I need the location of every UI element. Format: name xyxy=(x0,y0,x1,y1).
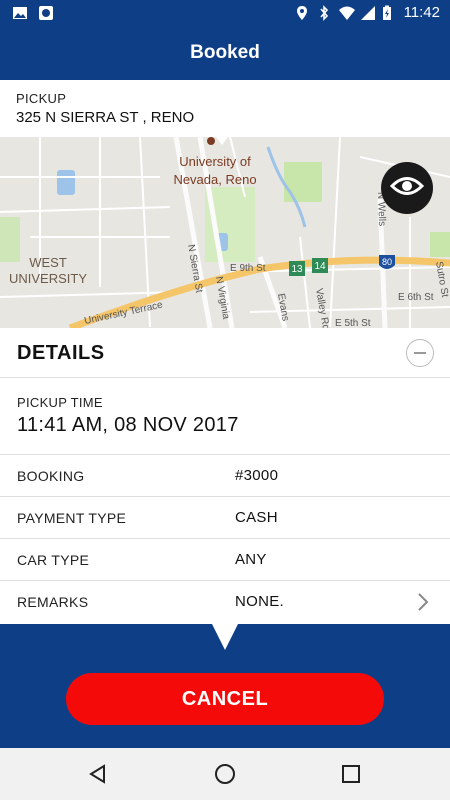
park-area xyxy=(284,162,322,202)
cancel-button[interactable]: CANCEL xyxy=(66,673,384,725)
collapse-details-button[interactable] xyxy=(406,339,434,367)
app-bar: Booked xyxy=(0,26,450,80)
detail-row-payment-type: PAYMENT TYPE CASH xyxy=(0,497,450,539)
park-area xyxy=(430,232,450,257)
status-time: 11:42 xyxy=(403,4,440,21)
booking-label: BOOKING xyxy=(17,468,85,484)
detail-row-car-type: CAR TYPE ANY xyxy=(0,539,450,581)
toggle-map-view-button[interactable] xyxy=(381,162,433,214)
pickup-address: 325 N SIERRA ST , RENO xyxy=(16,109,195,126)
university-marker xyxy=(207,137,215,145)
remarks-value: NONE. xyxy=(235,593,285,610)
pickup-time-value: 11:41 AM, 08 NOV 2017 xyxy=(17,414,239,436)
map-label-west: WEST xyxy=(29,255,67,270)
details-title: DETAILS xyxy=(17,342,105,364)
record-icon xyxy=(38,5,54,21)
status-bar: 11:42 xyxy=(0,0,450,26)
pickup-label: PICKUP xyxy=(16,91,67,106)
back-icon[interactable] xyxy=(86,762,110,786)
system-nav-bar xyxy=(0,748,450,800)
wifi-icon xyxy=(338,5,355,21)
pickup-section: PICKUP 325 N SIERRA ST , RENO xyxy=(0,80,450,137)
car-type-value: ANY xyxy=(235,551,267,568)
shield-14-label: 14 xyxy=(314,261,326,272)
remarks-label: REMARKS xyxy=(17,594,89,610)
recents-icon[interactable] xyxy=(339,762,363,786)
home-icon[interactable] xyxy=(213,762,237,786)
park-area xyxy=(0,217,20,262)
chevron-right-icon xyxy=(416,592,430,617)
signal-icon xyxy=(360,5,376,21)
shield-80-label: 80 xyxy=(382,257,392,267)
pickup-time-label: PICKUP TIME xyxy=(17,395,103,410)
payment-type-label: PAYMENT TYPE xyxy=(17,510,127,526)
car-type-label: CAR TYPE xyxy=(17,552,90,568)
minus-icon xyxy=(414,352,426,354)
bluetooth-icon xyxy=(316,4,332,21)
map-view[interactable]: 13 14 80 University of Nevada, Reno WEST… xyxy=(0,137,450,328)
eye-icon xyxy=(389,175,425,202)
pond xyxy=(57,170,75,195)
details-header: DETAILS xyxy=(0,328,450,378)
detail-row-remarks[interactable]: REMARKS NONE. xyxy=(0,581,450,624)
detail-row-booking: BOOKING #3000 xyxy=(0,455,450,497)
pickup-time-section: PICKUP TIME 11:41 AM, 08 NOV 2017 xyxy=(0,378,450,455)
image-icon xyxy=(12,5,28,21)
map-label-west-2: UNIVERSITY xyxy=(9,271,87,286)
map-label-e-5th: E 5th St xyxy=(335,318,371,328)
payment-type-value: CASH xyxy=(235,509,278,526)
battery-charging-icon xyxy=(382,5,398,21)
map-label-e-6th: E 6th St xyxy=(398,292,434,303)
shield-13-label: 13 xyxy=(291,264,303,275)
map-label-university: University of xyxy=(179,154,251,169)
map-label-university-2: Nevada, Reno xyxy=(173,172,256,187)
map-label-e-9th: E 9th St xyxy=(230,263,266,274)
page-title: Booked xyxy=(190,42,260,63)
booking-value: #3000 xyxy=(235,467,279,484)
details-notch xyxy=(212,624,238,650)
location-icon xyxy=(294,5,310,21)
